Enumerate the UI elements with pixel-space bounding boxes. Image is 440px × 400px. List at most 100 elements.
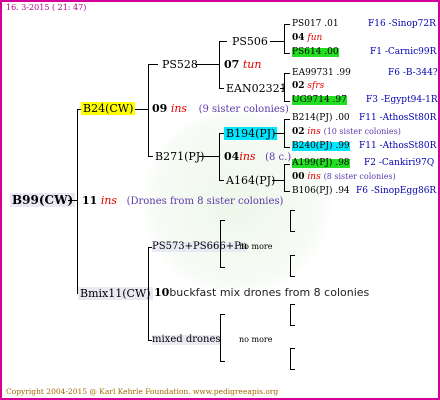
gen2-ps573[interactable]: PS573+PS666+Pn bbox=[152, 242, 248, 252]
gen2-mixed-drones[interactable]: mixed drones bbox=[152, 335, 221, 345]
insemination-mark: ins bbox=[239, 150, 256, 163]
gen4-year-line: 02 sfrs bbox=[292, 82, 324, 91]
gen4-queen[interactable]: B214(PJ) .00 bbox=[292, 114, 350, 123]
year: 07 bbox=[224, 58, 240, 71]
empty-bracket bbox=[290, 255, 295, 256]
connector bbox=[148, 64, 158, 65]
gen3-b194[interactable]: B194(PJ) bbox=[224, 127, 278, 140]
father-line: 11 ins (Drones from 8 sister colonies) bbox=[82, 195, 283, 207]
connector bbox=[77, 109, 78, 294]
sister-colonies-note: (9 sister colonies) bbox=[198, 104, 289, 115]
no-more-label: no more bbox=[239, 335, 273, 344]
empty-bracket bbox=[220, 361, 225, 362]
year: 00 bbox=[292, 172, 305, 182]
gen4-year-line: 04 fun bbox=[292, 34, 322, 43]
gen4-queen[interactable]: EA99731 .99 bbox=[292, 69, 351, 78]
gen3-year-07: 07 tun bbox=[224, 59, 261, 70]
insemination-mark: ins bbox=[170, 102, 188, 115]
connector bbox=[284, 24, 285, 54]
year: 04 bbox=[224, 150, 240, 163]
year: 02 bbox=[292, 127, 305, 137]
empty-bracket bbox=[290, 210, 295, 211]
sister-colonies-note: (8 sister colonies) bbox=[323, 172, 396, 181]
year: 04 bbox=[292, 33, 305, 43]
connector bbox=[219, 41, 220, 88]
gen4-queen[interactable]: PS017 .01 bbox=[292, 20, 339, 29]
empty-bracket bbox=[290, 348, 295, 349]
empty-bracket bbox=[290, 325, 295, 326]
gen4-queen[interactable]: UG9714 .97 bbox=[292, 96, 347, 105]
empty-bracket bbox=[290, 276, 295, 277]
insemination-mark: sfrs bbox=[307, 81, 325, 91]
connector bbox=[284, 73, 285, 102]
no-more-label: no more bbox=[239, 242, 273, 251]
date-header: 16. 3-2015 ( 21: 47) bbox=[6, 3, 87, 12]
year: 10 bbox=[154, 286, 170, 299]
connector bbox=[284, 119, 285, 147]
gen4-origin: F1 -Carnic99R bbox=[370, 47, 437, 57]
gen3-year-04: 04ins (8 c.) bbox=[224, 151, 291, 163]
empty-bracket bbox=[220, 314, 221, 361]
connector bbox=[284, 53, 290, 54]
gen4-origin: F11 -AthosSt80R bbox=[359, 141, 437, 151]
empty-bracket bbox=[290, 369, 295, 370]
gen2-b271[interactable]: B271(PJ) bbox=[155, 151, 204, 162]
gen4-origin: F16 -Sinop72R bbox=[368, 19, 436, 29]
colonies-note: (8 c.) bbox=[265, 152, 292, 163]
mother-queen[interactable]: B24(CW) bbox=[81, 102, 136, 115]
gen4-origin: F2 -Cankiri97Q bbox=[364, 158, 435, 168]
insemination-mark: tun bbox=[242, 58, 262, 71]
connector bbox=[270, 41, 285, 42]
year: 11 bbox=[82, 194, 98, 207]
insemination-mark: ins bbox=[307, 172, 321, 182]
connector bbox=[284, 119, 290, 120]
connector bbox=[284, 73, 290, 74]
gen4-origin: F11 -AthosSt80R bbox=[359, 113, 437, 123]
connector bbox=[219, 41, 227, 42]
gen2-father-queen[interactable]: PS528 bbox=[162, 59, 198, 70]
empty-bracket bbox=[290, 304, 295, 305]
gen4-origin: F3 -Egypt94-1R bbox=[366, 95, 438, 105]
sister-colonies-note: (10 sister colonies) bbox=[323, 127, 401, 136]
root-queen[interactable]: B99(CW) bbox=[10, 193, 76, 207]
insemination-mark: ins bbox=[100, 194, 118, 207]
connector bbox=[284, 147, 290, 148]
empty-bracket bbox=[220, 314, 225, 315]
connector bbox=[199, 156, 220, 157]
connector bbox=[148, 247, 149, 340]
year: 09 bbox=[152, 102, 168, 115]
mate-line: 10buckfast mix drones from 8 colonies bbox=[154, 287, 369, 298]
year: 02 bbox=[292, 81, 305, 91]
connector bbox=[284, 24, 290, 25]
insemination-mark: ins bbox=[307, 127, 321, 137]
gen4-queen[interactable]: A199(PJ) .98 bbox=[292, 159, 350, 168]
gen4-queen[interactable]: B106(PJ) .94 bbox=[292, 187, 350, 196]
drones-note: (Drones from 8 sister colonies) bbox=[126, 196, 284, 207]
connector bbox=[219, 88, 224, 89]
empty-bracket bbox=[220, 220, 221, 267]
gen4-origin: F6 -SinopEgg86R bbox=[356, 186, 437, 196]
gen3-ean[interactable]: EAN02321 bbox=[226, 83, 287, 94]
connector bbox=[148, 64, 149, 156]
mate-note: buckfast mix drones from 8 colonies bbox=[169, 286, 370, 299]
connector bbox=[195, 64, 220, 65]
gen4-queen[interactable]: B240(PJ) .99 bbox=[292, 142, 350, 151]
connector bbox=[284, 101, 290, 102]
empty-bracket bbox=[290, 348, 291, 369]
insemination-mark: fun bbox=[307, 33, 323, 43]
mother-mate[interactable]: Bmix11(CW) bbox=[78, 287, 153, 300]
empty-bracket bbox=[290, 210, 291, 231]
empty-bracket bbox=[290, 255, 291, 276]
empty-bracket bbox=[220, 267, 225, 268]
empty-bracket bbox=[220, 220, 225, 221]
gen4-queen[interactable]: PS614 .00 bbox=[292, 48, 339, 57]
pedigree-frame: 16. 3-2015 ( 21: 47) Copyright 2004-2015… bbox=[0, 0, 440, 400]
empty-bracket bbox=[290, 304, 291, 325]
connector bbox=[219, 133, 220, 180]
connector bbox=[284, 191, 290, 192]
gen3-ps506[interactable]: PS506 bbox=[232, 36, 268, 47]
connector bbox=[135, 109, 149, 110]
copyright-footer: Copyright 2004-2015 @ Karl Kehrle Founda… bbox=[6, 387, 279, 396]
gen3-a164[interactable]: A164(PJ) bbox=[226, 175, 275, 186]
gen4-year-line: 00 ins (8 sister colonies) bbox=[292, 173, 396, 182]
